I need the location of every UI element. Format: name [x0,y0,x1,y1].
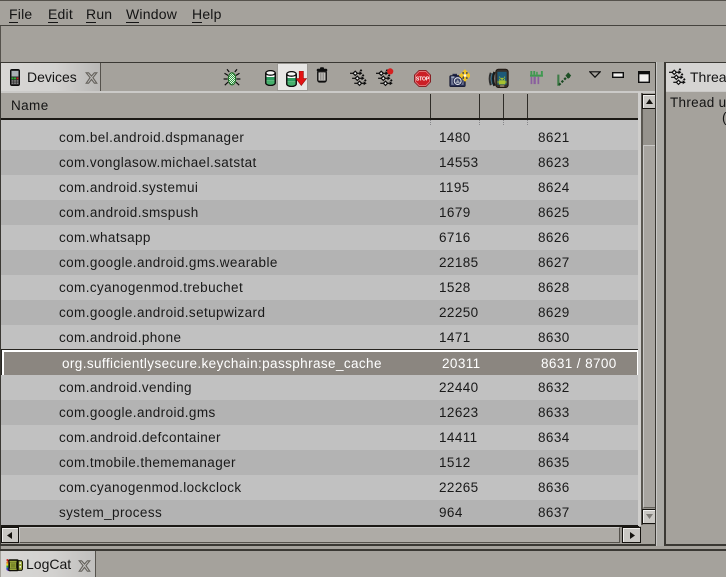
svg-text:STOP: STOP [416,77,430,83]
